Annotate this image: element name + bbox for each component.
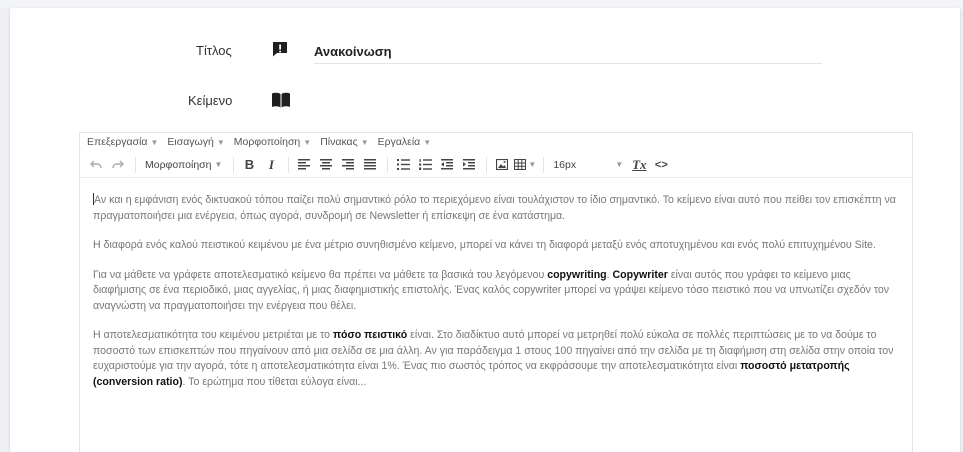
menu-edit[interactable]: Επεξεργασία ▼ [87, 136, 158, 148]
image-icon [496, 159, 509, 170]
top-strip [0, 0, 963, 8]
align-center-button[interactable] [316, 154, 336, 176]
chevron-down-icon: ▼ [423, 138, 432, 147]
announcement-form-card: Τίτλος Κείμενο Επεξεργασία▼ Εισαγωγή▼ Μο… [10, 8, 960, 452]
clear-formatting-icon: Tx [632, 156, 647, 172]
bold-text: Copywriter [612, 268, 668, 281]
italic-button[interactable]: I [261, 154, 281, 176]
editor-content[interactable]: Αν και η εμφάνιση ενός δικτυακού τόπου π… [93, 193, 898, 404]
chevron-down-icon: ▼ [303, 138, 312, 147]
bold-text: copywriting [547, 268, 607, 281]
bold-text: πόσο πειστικό [332, 329, 408, 341]
chevron-down-icon: ▼ [360, 138, 369, 147]
chevron-down-icon: ▼ [528, 160, 537, 169]
editor-paragraph: Για να μάθετε να γράφετε αποτελεσματικό … [93, 268, 898, 315]
toolbar-divider [486, 156, 488, 173]
align-justify-button[interactable] [360, 154, 380, 176]
align-justify-icon [364, 159, 377, 170]
menu-tools[interactable]: Εργαλεία ▼ [378, 136, 432, 148]
title-label: Τίτλος [196, 43, 232, 58]
title-input[interactable] [314, 39, 822, 64]
announcement-icon [271, 40, 289, 58]
menu-insert[interactable]: Εισαγωγή ▼ [167, 136, 224, 148]
toolbar-divider [135, 156, 136, 173]
insert-image-button[interactable] [492, 154, 512, 176]
toolbar-divider [288, 156, 290, 173]
editor-paragraph: Αν και η εμφάνιση ενός δικτυακού τόπου π… [93, 193, 898, 224]
redo-button[interactable] [108, 154, 128, 176]
indent-button[interactable] [459, 154, 479, 176]
menu-table-label: Πίνακας [320, 136, 358, 148]
menu-edit-label: Επεξεργασία [87, 136, 148, 148]
menu-insert-label: Εισαγωγή [167, 136, 214, 148]
menu-table[interactable]: Πίνακας ▼ [320, 136, 368, 148]
toolbar-divider [233, 156, 235, 173]
outdent-button[interactable] [437, 154, 457, 176]
chevron-down-icon: ▼ [615, 160, 624, 169]
toolbar-divider [387, 156, 389, 173]
outdent-icon [441, 159, 454, 170]
align-left-icon [298, 159, 311, 170]
numbered-list-icon [418, 159, 432, 170]
menu-format-label: Μορφοποίηση [233, 136, 301, 148]
bullet-list-icon [396, 159, 410, 170]
format-select-value: Μορφοποίηση [145, 158, 212, 171]
align-left-button[interactable] [294, 154, 314, 176]
text-label: Κείμενο [188, 93, 233, 108]
bold-icon: B [244, 157, 255, 172]
font-size-value: 16px [553, 158, 577, 171]
editor-toolbar: Μορφοποίηση ▼ B I ▼ 16px ▼ Tx <> [80, 152, 912, 178]
toolbar-divider [543, 156, 545, 173]
clear-formatting-button[interactable]: Tx [629, 154, 649, 176]
align-right-icon [342, 159, 355, 170]
numbered-list-button[interactable] [415, 154, 435, 176]
chevron-down-icon: ▼ [150, 138, 159, 147]
source-code-button[interactable]: <> [651, 154, 671, 176]
indent-icon [463, 159, 476, 170]
menu-format[interactable]: Μορφοποίηση ▼ [234, 136, 311, 148]
bold-button[interactable]: B [239, 154, 259, 176]
rich-text-editor: Επεξεργασία ▼ Εισαγωγή ▼ Μορφοποίηση ▼ Πίνα… [79, 132, 913, 452]
paragraph-text: . Το ερώτημα που τίθεται εύλογα είναι... [182, 375, 367, 388]
format-select[interactable]: Μορφοποίηση ▼ [141, 154, 226, 176]
align-center-icon [320, 159, 333, 170]
chevron-down-icon: ▼ [214, 160, 223, 169]
undo-button[interactable] [86, 154, 106, 176]
paragraph-text: Η διαφορά ενός καλού πειστικού κειμένου … [93, 239, 876, 251]
undo-icon [90, 160, 102, 168]
code-icon: <> [654, 158, 668, 171]
menu-tools-label: Εργαλεία [377, 136, 421, 148]
paragraph-text: Για να μάθετε να γράφετε αποτελεσματικό … [93, 268, 548, 281]
paragraph-text: Η αποτελεσματικότητα του κειμένου μετριέ… [93, 329, 333, 341]
font-size-select[interactable]: 16px ▼ [549, 154, 627, 176]
editor-paragraph: Η αποτελεσματικότητα του κειμένου μετριέ… [93, 328, 898, 390]
chevron-down-icon: ▼ [216, 138, 225, 147]
italic-icon: I [268, 156, 274, 172]
paragraph-text: Αν και η εμφάνιση ενός δικτυακού τόπου π… [93, 194, 896, 222]
bullet-list-button[interactable] [393, 154, 413, 176]
insert-table-button[interactable]: ▼ [514, 154, 536, 176]
book-icon [271, 91, 290, 109]
editor-menubar: Επεξεργασία ▼ Εισαγωγή ▼ Μορφοποίηση ▼ Πίνα… [80, 133, 440, 151]
redo-icon [112, 160, 124, 168]
align-right-button[interactable] [338, 154, 358, 176]
table-icon [514, 159, 527, 170]
editor-paragraph: Η διαφορά ενός καλού πειστικού κειμένου … [93, 238, 898, 254]
